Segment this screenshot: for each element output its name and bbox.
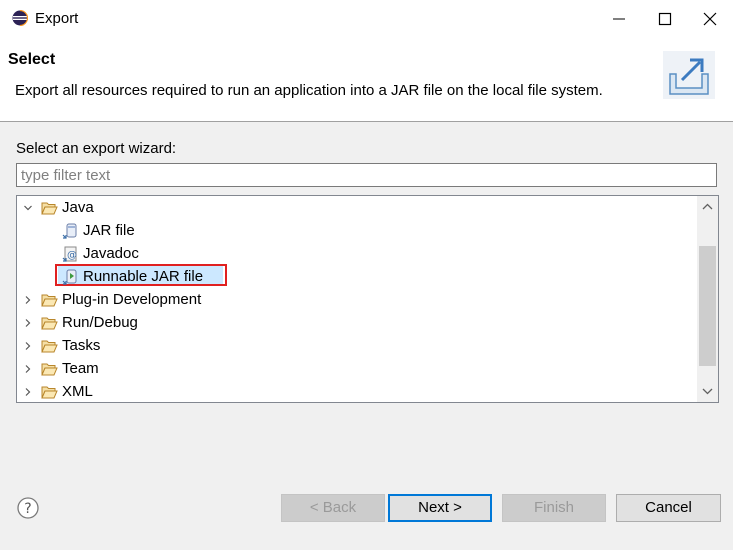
tree-scrollbar[interactable] xyxy=(697,196,718,402)
chevron-up-icon xyxy=(702,203,713,210)
tree-item-label: Tasks xyxy=(62,337,101,354)
title-bar: Export xyxy=(0,0,733,38)
chevron-right-icon[interactable] xyxy=(23,387,33,397)
folder-icon xyxy=(41,317,58,330)
folder-icon xyxy=(41,386,58,399)
finish-button[interactable]: Finish xyxy=(502,494,606,522)
wizard-tree[interactable]: Java JAR file @ Javadoc Runnable JAR fil… xyxy=(16,195,719,403)
page-title: Select xyxy=(8,51,56,68)
tree-item-label: Plug-in Development xyxy=(62,291,202,308)
runnable-jar-icon xyxy=(62,269,77,285)
folder-icon xyxy=(41,363,58,376)
export-wizard-icon xyxy=(663,51,715,99)
tree-item-runnable-jar-file[interactable]: Runnable JAR file xyxy=(17,264,697,289)
tree-item-jar-file[interactable]: JAR file xyxy=(17,221,697,243)
chevron-right-icon[interactable] xyxy=(23,295,33,305)
jar-file-icon xyxy=(62,223,77,239)
close-icon xyxy=(703,12,717,26)
page-description: Export all resources required to run an … xyxy=(15,82,603,99)
close-button[interactable] xyxy=(687,0,733,38)
tree-item-label: Runnable JAR file xyxy=(83,268,204,285)
next-button[interactable]: Next > xyxy=(388,494,492,522)
tree-item-plug-in-development[interactable]: Plug-in Development xyxy=(17,290,697,312)
window-title: Export xyxy=(35,10,79,27)
javadoc-icon: @ xyxy=(62,246,77,262)
tree-item-xml[interactable]: XML xyxy=(17,382,697,402)
chevron-right-icon[interactable] xyxy=(23,341,33,351)
help-icon: ? xyxy=(17,497,39,519)
tree-item-label: Run/Debug xyxy=(62,314,138,331)
chevron-down-icon xyxy=(702,388,713,395)
scroll-up-button[interactable] xyxy=(697,197,718,217)
folder-icon xyxy=(41,340,58,353)
tree-item-java[interactable]: Java xyxy=(17,198,697,220)
svg-text:?: ? xyxy=(24,501,31,517)
filter-input[interactable] xyxy=(16,163,717,187)
wizard-header: Select Export all resources required to … xyxy=(0,38,733,122)
maximize-button[interactable] xyxy=(642,0,688,38)
chevron-right-icon[interactable] xyxy=(23,318,33,328)
chevron-right-icon[interactable] xyxy=(23,364,33,374)
tree-item-tasks[interactable]: Tasks xyxy=(17,336,697,358)
minimize-icon xyxy=(613,18,625,20)
tree-item-label: JAR file xyxy=(83,222,135,239)
tree-item-run-debug[interactable]: Run/Debug xyxy=(17,313,697,335)
tree-item-label: Team xyxy=(62,360,99,377)
svg-text:@: @ xyxy=(67,250,77,261)
tree-item-label: XML xyxy=(62,383,93,400)
chevron-down-icon[interactable] xyxy=(23,203,33,213)
folder-open-icon xyxy=(41,202,58,215)
back-button[interactable]: < Back xyxy=(281,494,385,522)
tree-item-javadoc[interactable]: @ Javadoc xyxy=(17,244,697,266)
folder-icon xyxy=(41,294,58,307)
scroll-thumb[interactable] xyxy=(699,246,716,366)
tree-item-label: Javadoc xyxy=(83,245,139,262)
tree-item-label: Java xyxy=(62,199,94,216)
maximize-icon xyxy=(658,12,672,26)
tree-item-team[interactable]: Team xyxy=(17,359,697,381)
cancel-button[interactable]: Cancel xyxy=(616,494,721,522)
minimize-button[interactable] xyxy=(596,0,642,38)
help-button[interactable]: ? xyxy=(17,497,39,519)
filter-label: Select an export wizard: xyxy=(16,140,177,157)
eclipse-icon xyxy=(12,10,28,26)
scroll-down-button[interactable] xyxy=(697,381,718,401)
